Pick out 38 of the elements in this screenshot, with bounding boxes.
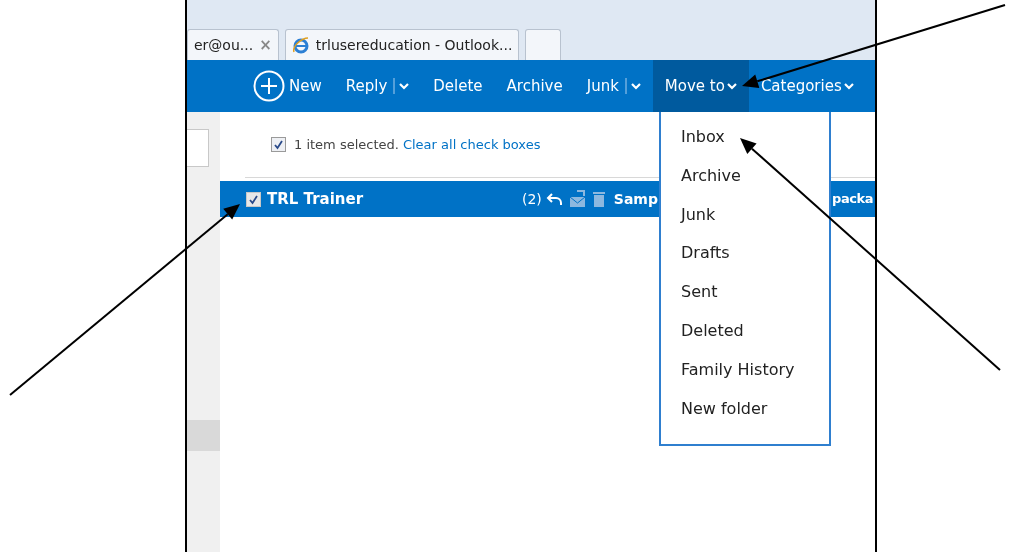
caret-icon bbox=[630, 82, 641, 90]
envelope-icon[interactable] bbox=[567, 190, 588, 208]
toolbar-button[interactable]: Junk bbox=[574, 60, 653, 112]
toolbar-button[interactable]: Move to bbox=[652, 60, 749, 112]
folder-menu-item[interactable]: Family History bbox=[661, 357, 829, 397]
folder-menu-item[interactable]: Deleted bbox=[661, 319, 829, 358]
selection-status: 1 item selected. bbox=[294, 135, 399, 154]
tab-title: er@ou... bbox=[194, 35, 254, 55]
add-icon bbox=[253, 70, 285, 102]
message-subject: Samp bbox=[613, 189, 658, 209]
search-field[interactable] bbox=[187, 129, 209, 167]
checkbox[interactable] bbox=[246, 191, 261, 207]
unread-count: (2) bbox=[522, 189, 542, 209]
folder-menu-item[interactable]: Inbox bbox=[661, 125, 829, 164]
clear-checkboxes-link[interactable]: Clear all check boxes bbox=[402, 134, 541, 155]
browser-logo-icon bbox=[291, 36, 310, 54]
message-sender: TRL Trainer bbox=[267, 188, 365, 210]
toolbar-button[interactable]: Delete bbox=[421, 60, 495, 112]
split-divider bbox=[622, 78, 629, 94]
trash-icon[interactable] bbox=[591, 190, 606, 208]
toolbar-button[interactable]: Categories bbox=[748, 60, 866, 112]
browser-tab[interactable]: er@ou... × bbox=[187, 29, 279, 60]
split-divider bbox=[391, 78, 398, 94]
caret-icon bbox=[399, 82, 410, 90]
folder-menu-item[interactable]: New folder bbox=[661, 396, 829, 436]
checkbox[interactable] bbox=[271, 137, 286, 152]
caret-icon bbox=[726, 82, 737, 90]
toolbar-button[interactable]: New bbox=[241, 60, 334, 112]
tab-title: trlusereducation - Outlook... bbox=[315, 35, 513, 55]
reply-icon[interactable] bbox=[545, 191, 564, 207]
folder-menu-item[interactable]: Drafts bbox=[661, 241, 829, 281]
toolbar-button[interactable]: Reply bbox=[333, 60, 422, 112]
caret-icon bbox=[843, 82, 854, 90]
new-tab-button[interactable] bbox=[525, 29, 562, 60]
message-preview: packa bbox=[832, 190, 874, 209]
browser-tab[interactable]: trlusereducation - Outlook... bbox=[284, 29, 520, 60]
folder-menu-item[interactable]: Sent bbox=[661, 280, 829, 319]
toolbar-button[interactable]: Archive bbox=[494, 60, 575, 112]
